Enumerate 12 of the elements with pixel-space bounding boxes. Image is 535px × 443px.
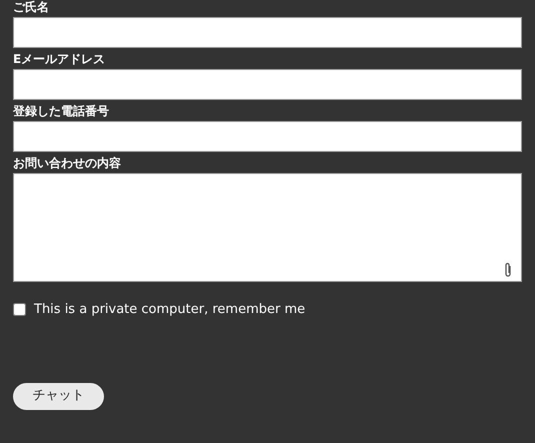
- input-field[interactable]: [13, 121, 522, 152]
- field-label: 登録した電話番号: [13, 103, 110, 120]
- chat-button[interactable]: チャット: [13, 382, 104, 410]
- input-field[interactable]: [13, 17, 522, 48]
- remember-checkbox[interactable]: [13, 303, 26, 316]
- field-label: お問い合わせの内容: [13, 155, 122, 172]
- field-label: Eメールアドレス: [13, 51, 106, 68]
- message-field[interactable]: [13, 173, 522, 282]
- checkbox-label: This is a private computer, remember me: [34, 301, 306, 319]
- field-label: ご氏名: [13, 0, 50, 16]
- input-field[interactable]: [13, 69, 522, 100]
- paperclip-icon[interactable]: [503, 262, 513, 278]
